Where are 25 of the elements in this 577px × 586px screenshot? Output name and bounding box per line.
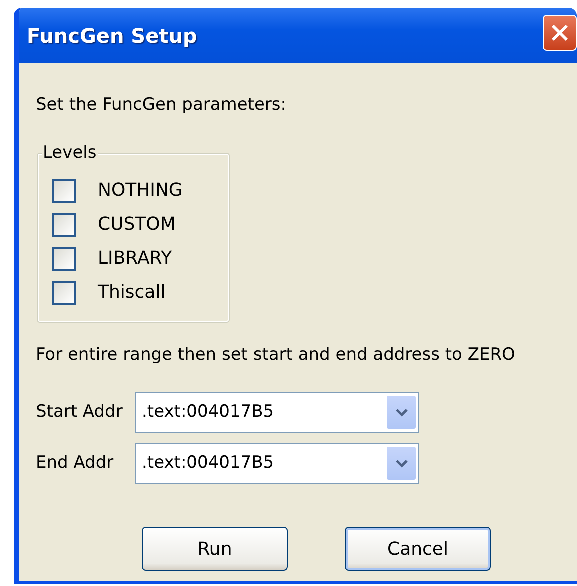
instruction-text: Set the FuncGen parameters: <box>36 94 288 117</box>
field-label: End Addr <box>36 452 115 475</box>
dropdown-button[interactable] <box>387 447 416 480</box>
checkbox[interactable] <box>52 178 76 202</box>
window-title: FuncGen Setup <box>27 22 198 50</box>
range-note: For entire range then set start and end address to ZERO <box>36 344 516 366</box>
combo-value: .text:004017B5 <box>142 400 276 424</box>
close-button[interactable] <box>543 15 577 51</box>
combo-value: .text:004017B5 <box>142 452 276 475</box>
checkbox[interactable] <box>52 246 76 270</box>
checkbox-label[interactable]: NOTHING <box>98 177 183 204</box>
field-label: Start Addr <box>36 400 124 424</box>
dropdown-button[interactable] <box>387 396 416 429</box>
checkbox[interactable] <box>52 280 76 304</box>
chevron-down-icon <box>394 408 408 418</box>
chevron-down-icon <box>394 458 408 468</box>
close-icon <box>551 24 569 42</box>
checkbox-label[interactable]: Thiscall <box>98 279 166 306</box>
checkbox-label[interactable]: LIBRARY <box>98 245 172 272</box>
checkbox[interactable] <box>52 212 76 236</box>
dialog-button[interactable]: Cancel <box>345 527 491 571</box>
address-combo[interactable]: .text:004017B5 <box>135 392 419 433</box>
address-combo[interactable]: .text:004017B5 <box>135 443 419 484</box>
dialog-button[interactable]: Run <box>142 527 288 571</box>
checkbox-label[interactable]: CUSTOM <box>98 211 176 238</box>
